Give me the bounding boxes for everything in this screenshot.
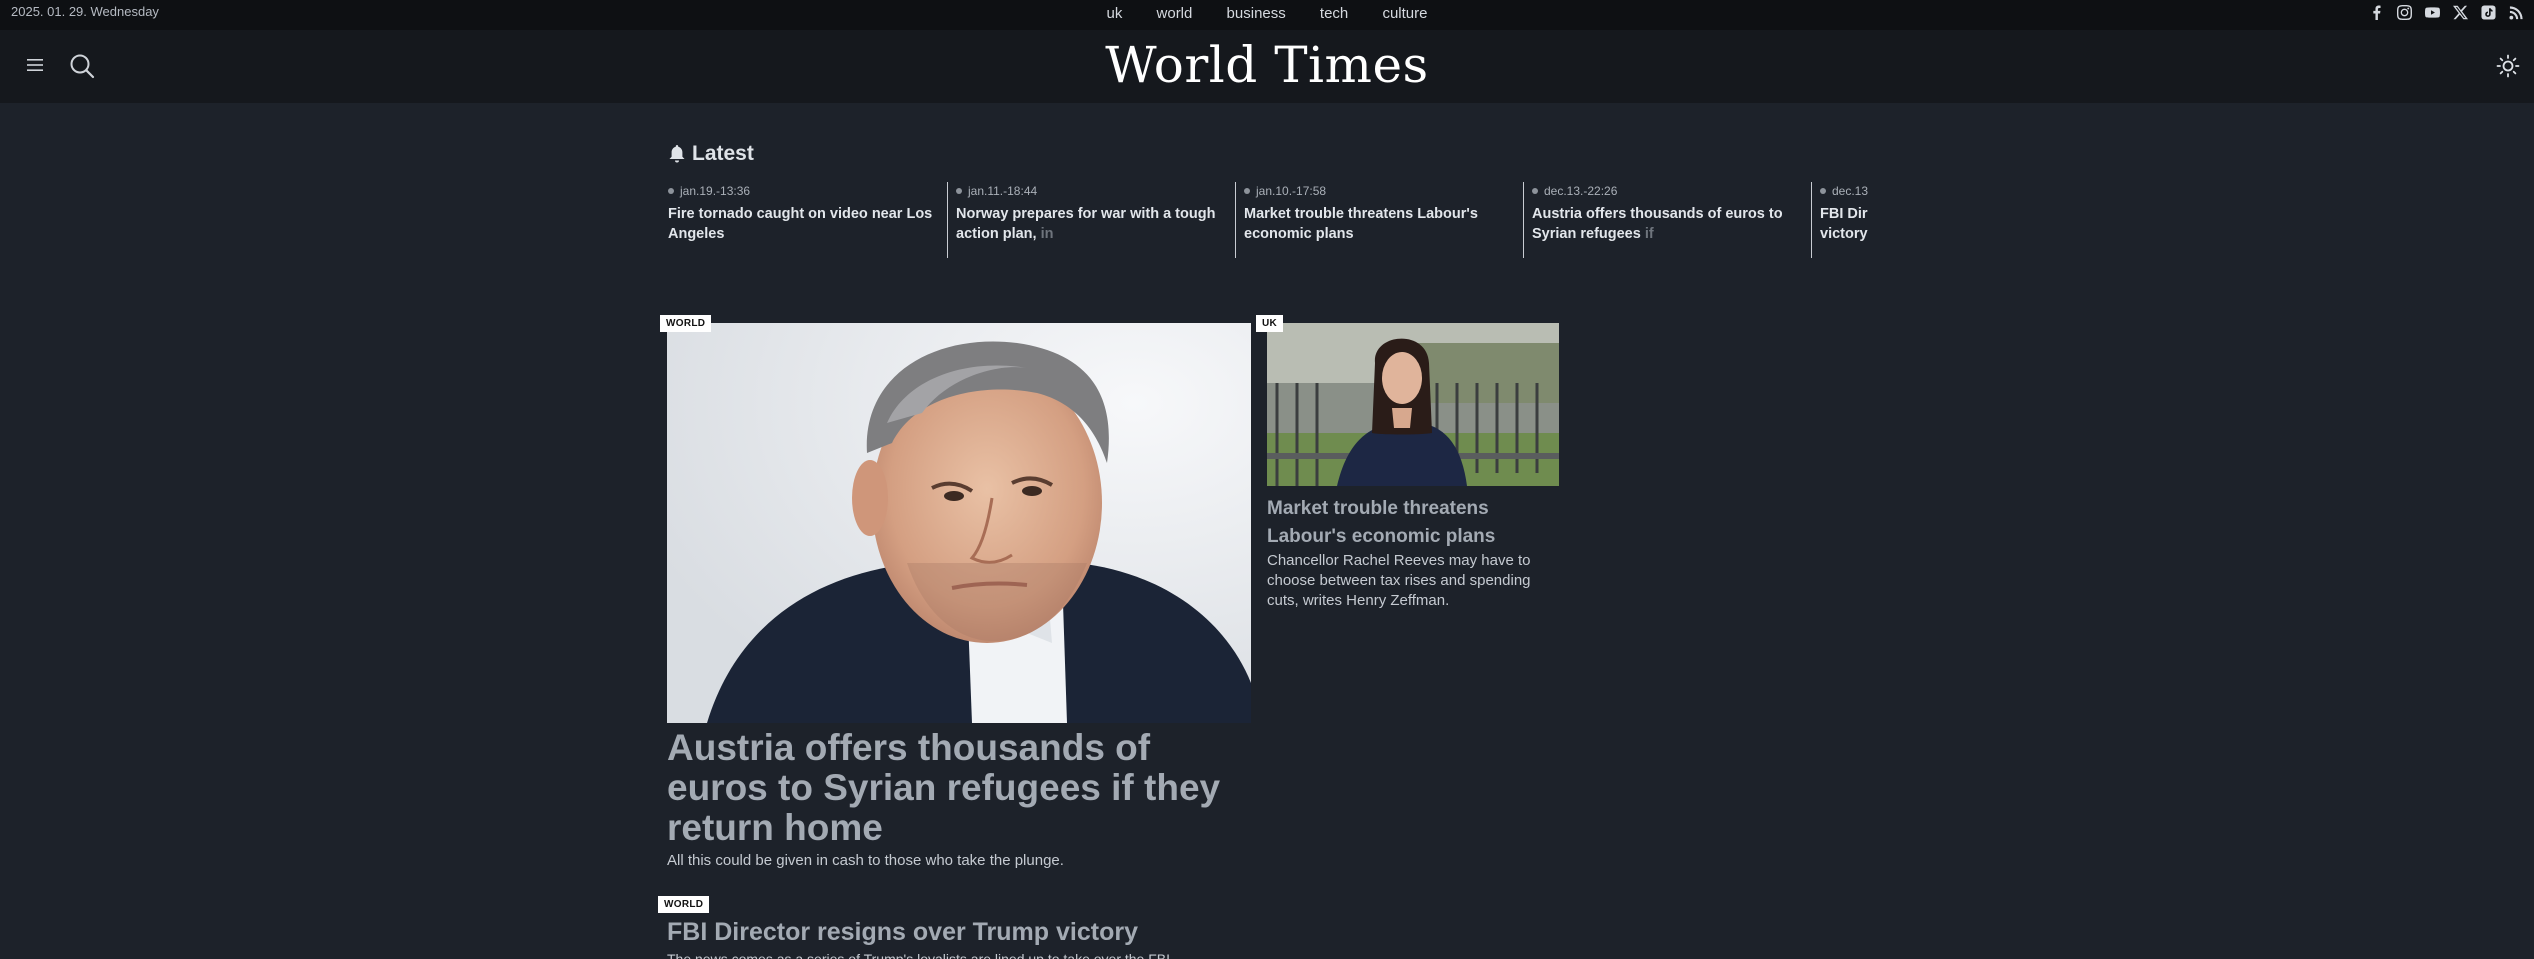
- nav-link-world[interactable]: world: [1157, 5, 1193, 22]
- site-header: World Times: [0, 30, 2534, 103]
- latest-item-title: Norway prepares for war with a tough act…: [956, 206, 1216, 242]
- bullet-icon: [956, 188, 962, 194]
- latest-item[interactable]: jan.10.-17:58 Market trouble threatens L…: [1236, 182, 1524, 258]
- latest-heading-label: Latest: [692, 142, 754, 165]
- side-article-description: Chancellor Rachel Reeves may have to cho…: [1267, 552, 1531, 609]
- latest-item-time: jan.10.-17:58: [1244, 184, 1514, 198]
- category-tag-world[interactable]: WORLD: [660, 315, 712, 332]
- latest-item-title: Fire tornado caught on video near Los An…: [668, 206, 933, 242]
- latest-item[interactable]: dec.13.-22:26 Austria offers thousands o…: [1524, 182, 1812, 258]
- category-tag-uk[interactable]: UK: [1256, 315, 1284, 332]
- bell-icon: [669, 145, 685, 163]
- x-icon[interactable]: [2450, 2, 2470, 22]
- bullet-icon: [1532, 188, 1538, 194]
- nav-link-tech[interactable]: tech: [1320, 5, 1348, 22]
- bullet-icon: [668, 188, 674, 194]
- side-article-image[interactable]: [1267, 323, 1559, 486]
- side-article-title[interactable]: Market trouble threatens Labour's econom…: [1267, 495, 1567, 551]
- nav-link-business[interactable]: business: [1227, 5, 1286, 22]
- latest-item-title: Austria offers thousands of euros to Syr…: [1532, 206, 1783, 242]
- top-bar: 2025. 01. 29. Wednesday uk world busines…: [0, 0, 2534, 30]
- site-logo[interactable]: World Times: [0, 36, 2534, 94]
- latest-item-title: FBI Director resigns over Trump victory: [1820, 206, 1868, 242]
- main-article-description: All this could be given in cash to those…: [667, 852, 1064, 869]
- bullet-icon: [1244, 188, 1250, 194]
- third-article-title[interactable]: FBI Director resigns over Trump victory: [667, 918, 1138, 947]
- bullet-icon: [1820, 188, 1826, 194]
- latest-item[interactable]: dec.13. FBI Director resigns over Trump …: [1812, 182, 1868, 258]
- facebook-icon[interactable]: [2366, 2, 2386, 22]
- rss-icon[interactable]: [2506, 2, 2526, 22]
- main-article-image[interactable]: [667, 323, 1251, 723]
- latest-item-time: jan.11.-18:44: [956, 184, 1226, 198]
- latest-item-time: dec.13.-22:26: [1532, 184, 1802, 198]
- tiktok-icon[interactable]: [2478, 2, 2498, 22]
- nav-link-uk[interactable]: uk: [1107, 5, 1123, 22]
- section-nav: uk world business tech culture: [0, 5, 2534, 22]
- latest-item-time: dec.13.: [1820, 184, 1868, 198]
- latest-item[interactable]: jan.11.-18:44 Norway prepares for war wi…: [948, 182, 1236, 258]
- third-article-description: The news comes as a series of Trump's lo…: [667, 951, 1171, 959]
- latest-item-time: jan.19.-13:36: [668, 184, 938, 198]
- latest-news-strip: jan.19.-13:36 Fire tornado caught on vid…: [660, 182, 1868, 260]
- latest-item-title: Market trouble threatens Labour's econom…: [1244, 206, 1478, 242]
- latest-heading: Latest: [668, 142, 754, 166]
- category-tag-world[interactable]: WORLD: [658, 896, 710, 913]
- instagram-icon[interactable]: [2394, 2, 2414, 22]
- youtube-icon[interactable]: [2422, 2, 2442, 22]
- sun-icon[interactable]: [2496, 54, 2520, 78]
- nav-link-culture[interactable]: culture: [1382, 5, 1427, 22]
- main-article-title[interactable]: Austria offers thousands of euros to Syr…: [667, 728, 1257, 848]
- latest-item[interactable]: jan.19.-13:36 Fire tornado caught on vid…: [660, 182, 948, 258]
- social-links: [2366, 2, 2526, 22]
